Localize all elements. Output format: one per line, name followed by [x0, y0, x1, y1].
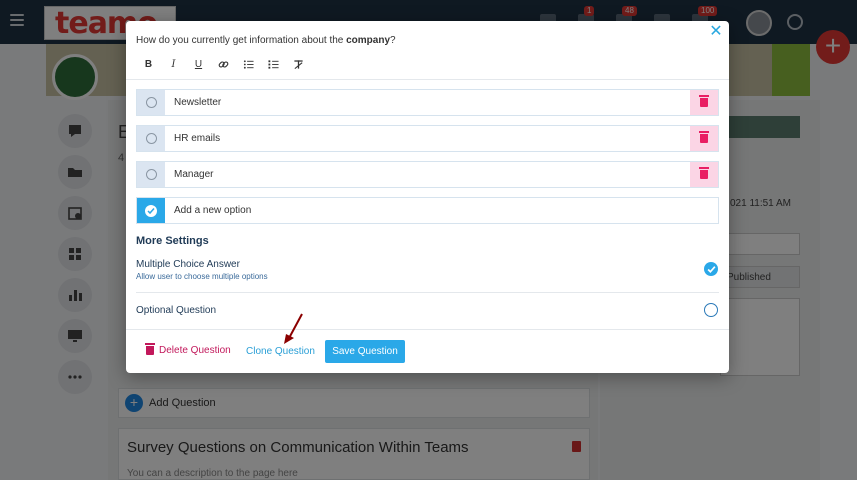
bold-button[interactable]: B — [136, 57, 161, 71]
delete-option-button[interactable] — [690, 126, 718, 151]
add-option-check-cell — [137, 198, 165, 223]
delete-option-button[interactable] — [690, 162, 718, 187]
italic-button[interactable]: I — [161, 57, 186, 71]
divider — [136, 292, 719, 293]
check-icon — [707, 265, 716, 273]
underline-icon: U — [194, 58, 203, 70]
radio-icon — [145, 169, 157, 180]
bullet-list-icon — [243, 59, 254, 69]
edit-question-modal: ✕ How do you currently get information a… — [126, 21, 729, 373]
optional-question-checkbox[interactable] — [704, 303, 718, 317]
text-format-toolbar: B I U — [136, 57, 311, 71]
divider — [126, 329, 729, 330]
option-radio-cell[interactable] — [137, 90, 165, 115]
clone-question-button[interactable]: Clone Question — [246, 346, 315, 357]
trash-icon — [699, 167, 709, 179]
bold-icon: B — [144, 58, 153, 70]
italic-icon: I — [171, 58, 176, 70]
multiple-choice-description: Allow user to choose multiple options — [136, 272, 268, 281]
clear-format-button[interactable] — [286, 57, 311, 71]
close-icon[interactable]: ✕ — [709, 24, 723, 40]
radio-icon — [145, 97, 157, 108]
optional-question-label: Optional Question — [136, 305, 217, 316]
option-radio-cell[interactable] — [137, 126, 165, 151]
add-option-input[interactable]: Add a new option — [165, 205, 251, 216]
question-bold: company — [346, 35, 391, 46]
question-prefix: How do you currently get information abo… — [136, 35, 347, 46]
trash-icon — [699, 131, 709, 143]
multiple-choice-label: Multiple Choice Answer — [136, 259, 240, 270]
option-input[interactable]: Manager — [165, 169, 690, 180]
delete-question-label: Delete Question — [159, 345, 231, 356]
delete-option-button[interactable] — [690, 90, 718, 115]
annotation-arrow-icon — [284, 313, 303, 344]
option-input[interactable]: HR emails — [165, 133, 690, 144]
numbered-list-icon — [268, 59, 279, 69]
save-question-button[interactable]: Save Question — [325, 340, 405, 363]
delete-question-button[interactable]: Delete Question — [145, 343, 231, 356]
answer-option: Manager — [136, 161, 719, 188]
answer-option: Newsletter — [136, 89, 719, 116]
option-input[interactable]: Newsletter — [165, 97, 690, 108]
link-button[interactable] — [211, 57, 236, 71]
numbered-list-button[interactable] — [261, 57, 286, 71]
divider — [126, 79, 729, 80]
answer-option: HR emails — [136, 125, 719, 152]
check-circle-icon — [145, 204, 157, 217]
bullet-list-button[interactable] — [236, 57, 261, 71]
radio-icon — [145, 133, 157, 144]
question-suffix: ? — [390, 35, 396, 46]
link-icon — [218, 60, 229, 68]
multiple-choice-checkbox[interactable] — [704, 262, 718, 276]
trash-icon — [699, 95, 709, 107]
option-radio-cell[interactable] — [137, 162, 165, 187]
more-settings-heading: More Settings — [136, 235, 209, 247]
underline-button[interactable]: U — [186, 57, 211, 71]
question-text[interactable]: How do you currently get information abo… — [136, 35, 396, 46]
clear-format-icon — [294, 59, 303, 69]
trash-icon — [145, 343, 155, 355]
add-option-row[interactable]: Add a new option — [136, 197, 719, 224]
